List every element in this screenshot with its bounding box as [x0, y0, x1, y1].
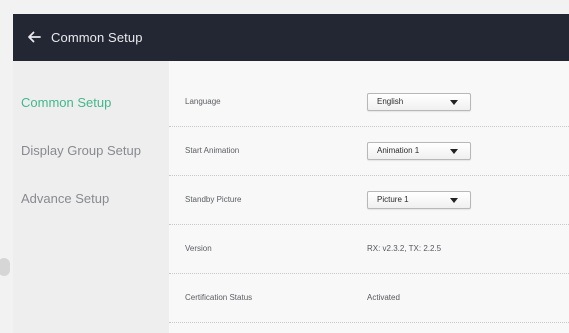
- dropdown-value: Picture 1: [377, 195, 409, 204]
- page-title: Common Setup: [51, 29, 143, 45]
- settings-screen: Common Setup Common Setup Display Group …: [13, 14, 569, 333]
- bezel-edge-indicator: [0, 258, 10, 276]
- standby-picture-dropdown[interactable]: Picture 1: [367, 191, 471, 209]
- sidebar-item-label: Display Group Setup: [21, 142, 141, 158]
- setting-row-start-animation: Start Animation Animation 1: [169, 127, 569, 176]
- setting-label: Start Animation: [185, 146, 240, 155]
- sidebar: Common Setup Display Group Setup Advance…: [13, 61, 169, 333]
- dropdown-value: English: [377, 97, 404, 106]
- setting-label: Version: [185, 244, 212, 253]
- setting-label: Language: [185, 97, 221, 106]
- language-dropdown[interactable]: English: [367, 93, 471, 111]
- certification-status-value: Activated: [367, 293, 400, 302]
- sidebar-item-advance-setup[interactable]: Advance Setup: [13, 183, 169, 213]
- version-value: RX: v2.3.2, TX: 2.2.5: [367, 244, 442, 253]
- setting-row-language: Language English: [169, 78, 569, 127]
- settings-panel: Language English Start Animation Animati…: [169, 61, 569, 333]
- setting-row-version: Version RX: v2.3.2, TX: 2.2.5: [169, 225, 569, 274]
- sidebar-item-display-group-setup[interactable]: Display Group Setup: [13, 135, 169, 165]
- caret-down-icon: [450, 198, 458, 203]
- sidebar-item-label: Advance Setup: [21, 190, 110, 206]
- screen-bezel-top: [0, 0, 569, 14]
- setting-label: Certification Status: [185, 293, 253, 302]
- caret-down-icon: [450, 149, 458, 154]
- setting-label: Standby Picture: [185, 195, 242, 204]
- setting-row-standby-picture: Standby Picture Picture 1: [169, 176, 569, 225]
- header-bar: Common Setup: [13, 14, 569, 61]
- setting-row-certification-status: Certification Status Activated: [169, 274, 569, 323]
- start-animation-dropdown[interactable]: Animation 1: [367, 142, 471, 160]
- screen-bezel-left: [0, 0, 13, 333]
- dropdown-value: Animation 1: [377, 146, 420, 155]
- back-button[interactable]: Common Setup: [27, 26, 143, 48]
- arrow-left-icon: [28, 31, 41, 43]
- sidebar-item-label: Common Setup: [21, 94, 112, 110]
- sidebar-item-common-setup[interactable]: Common Setup: [13, 87, 169, 117]
- caret-down-icon: [450, 100, 458, 105]
